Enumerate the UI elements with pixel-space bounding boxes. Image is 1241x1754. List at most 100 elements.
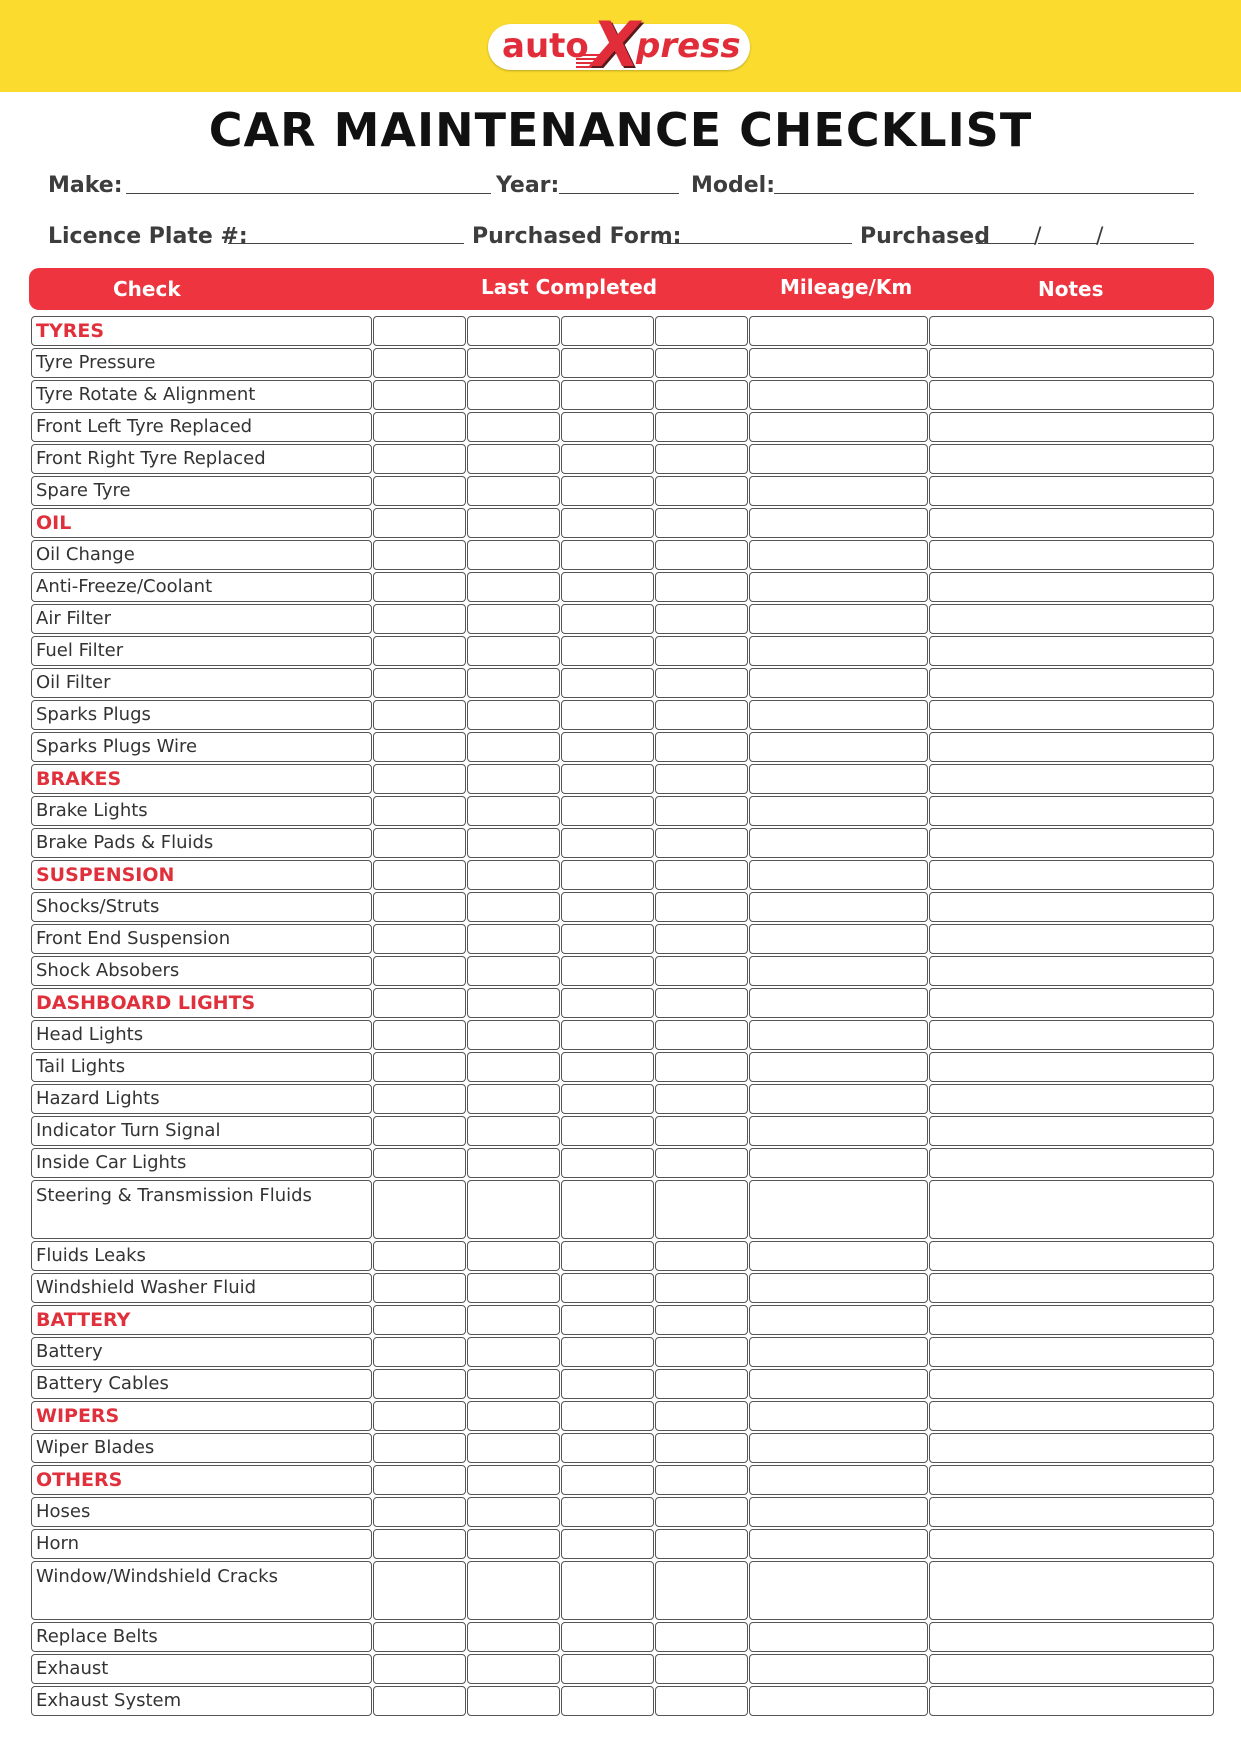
last-completed-2-cell[interactable]: [467, 1497, 560, 1527]
mileage-cell[interactable]: [749, 444, 928, 474]
last-completed-4-cell[interactable]: [655, 1148, 748, 1178]
last-completed-1-cell[interactable]: [373, 1305, 466, 1335]
mileage-cell[interactable]: [749, 1180, 928, 1239]
last-completed-2-cell[interactable]: [467, 380, 560, 410]
notes-cell[interactable]: [929, 476, 1214, 506]
last-completed-2-cell[interactable]: [467, 572, 560, 602]
mileage-cell[interactable]: [749, 1686, 928, 1716]
make-field[interactable]: [126, 193, 491, 194]
last-completed-2-cell[interactable]: [467, 956, 560, 986]
notes-cell[interactable]: [929, 1241, 1214, 1271]
mileage-cell[interactable]: [749, 988, 928, 1018]
last-completed-2-cell[interactable]: [467, 348, 560, 378]
notes-cell[interactable]: [929, 1433, 1214, 1463]
mileage-cell[interactable]: [749, 1116, 928, 1146]
notes-cell[interactable]: [929, 636, 1214, 666]
last-completed-3-cell[interactable]: [561, 988, 654, 1018]
last-completed-2-cell[interactable]: [467, 668, 560, 698]
last-completed-1-cell[interactable]: [373, 956, 466, 986]
last-completed-1-cell[interactable]: [373, 316, 466, 346]
last-completed-1-cell[interactable]: [373, 380, 466, 410]
last-completed-1-cell[interactable]: [373, 732, 466, 762]
notes-cell[interactable]: [929, 668, 1214, 698]
last-completed-1-cell[interactable]: [373, 1116, 466, 1146]
last-completed-2-cell[interactable]: [467, 1369, 560, 1399]
last-completed-3-cell[interactable]: [561, 380, 654, 410]
notes-cell[interactable]: [929, 1401, 1214, 1431]
notes-cell[interactable]: [929, 988, 1214, 1018]
last-completed-1-cell[interactable]: [373, 1686, 466, 1716]
last-completed-1-cell[interactable]: [373, 1148, 466, 1178]
last-completed-4-cell[interactable]: [655, 1337, 748, 1367]
last-completed-1-cell[interactable]: [373, 1241, 466, 1271]
last-completed-3-cell[interactable]: [561, 444, 654, 474]
last-completed-3-cell[interactable]: [561, 1305, 654, 1335]
last-completed-3-cell[interactable]: [561, 636, 654, 666]
last-completed-4-cell[interactable]: [655, 1401, 748, 1431]
last-completed-1-cell[interactable]: [373, 828, 466, 858]
mileage-cell[interactable]: [749, 1622, 928, 1652]
last-completed-2-cell[interactable]: [467, 1433, 560, 1463]
mileage-cell[interactable]: [749, 508, 928, 538]
last-completed-3-cell[interactable]: [561, 508, 654, 538]
last-completed-4-cell[interactable]: [655, 572, 748, 602]
last-completed-4-cell[interactable]: [655, 540, 748, 570]
mileage-cell[interactable]: [749, 892, 928, 922]
last-completed-2-cell[interactable]: [467, 1084, 560, 1114]
notes-cell[interactable]: [929, 1622, 1214, 1652]
mileage-cell[interactable]: [749, 1529, 928, 1559]
mileage-cell[interactable]: [749, 668, 928, 698]
last-completed-2-cell[interactable]: [467, 700, 560, 730]
notes-cell[interactable]: [929, 412, 1214, 442]
last-completed-4-cell[interactable]: [655, 444, 748, 474]
notes-cell[interactable]: [929, 860, 1214, 890]
mileage-cell[interactable]: [749, 956, 928, 986]
last-completed-4-cell[interactable]: [655, 380, 748, 410]
notes-cell[interactable]: [929, 1369, 1214, 1399]
last-completed-3-cell[interactable]: [561, 860, 654, 890]
last-completed-4-cell[interactable]: [655, 1084, 748, 1114]
notes-cell[interactable]: [929, 348, 1214, 378]
last-completed-3-cell[interactable]: [561, 668, 654, 698]
last-completed-3-cell[interactable]: [561, 764, 654, 794]
last-completed-1-cell[interactable]: [373, 348, 466, 378]
purchased-month-field[interactable]: [1038, 243, 1098, 244]
mileage-cell[interactable]: [749, 380, 928, 410]
notes-cell[interactable]: [929, 1180, 1214, 1239]
last-completed-1-cell[interactable]: [373, 572, 466, 602]
mileage-cell[interactable]: [749, 860, 928, 890]
last-completed-1-cell[interactable]: [373, 1401, 466, 1431]
last-completed-2-cell[interactable]: [467, 540, 560, 570]
mileage-cell[interactable]: [749, 828, 928, 858]
last-completed-4-cell[interactable]: [655, 348, 748, 378]
last-completed-3-cell[interactable]: [561, 1273, 654, 1303]
mileage-cell[interactable]: [749, 1561, 928, 1620]
last-completed-1-cell[interactable]: [373, 1465, 466, 1495]
notes-cell[interactable]: [929, 732, 1214, 762]
last-completed-4-cell[interactable]: [655, 316, 748, 346]
last-completed-2-cell[interactable]: [467, 1273, 560, 1303]
last-completed-3-cell[interactable]: [561, 412, 654, 442]
mileage-cell[interactable]: [749, 1084, 928, 1114]
mileage-cell[interactable]: [749, 1052, 928, 1082]
mileage-cell[interactable]: [749, 924, 928, 954]
mileage-cell[interactable]: [749, 1020, 928, 1050]
notes-cell[interactable]: [929, 1273, 1214, 1303]
last-completed-3-cell[interactable]: [561, 924, 654, 954]
mileage-cell[interactable]: [749, 1497, 928, 1527]
last-completed-1-cell[interactable]: [373, 1654, 466, 1684]
mileage-cell[interactable]: [749, 732, 928, 762]
mileage-cell[interactable]: [749, 1401, 928, 1431]
last-completed-4-cell[interactable]: [655, 1561, 748, 1620]
mileage-cell[interactable]: [749, 1241, 928, 1271]
last-completed-1-cell[interactable]: [373, 1433, 466, 1463]
last-completed-1-cell[interactable]: [373, 508, 466, 538]
last-completed-3-cell[interactable]: [561, 796, 654, 826]
last-completed-3-cell[interactable]: [561, 1337, 654, 1367]
notes-cell[interactable]: [929, 796, 1214, 826]
last-completed-4-cell[interactable]: [655, 860, 748, 890]
last-completed-1-cell[interactable]: [373, 1561, 466, 1620]
mileage-cell[interactable]: [749, 316, 928, 346]
notes-cell[interactable]: [929, 380, 1214, 410]
last-completed-1-cell[interactable]: [373, 636, 466, 666]
